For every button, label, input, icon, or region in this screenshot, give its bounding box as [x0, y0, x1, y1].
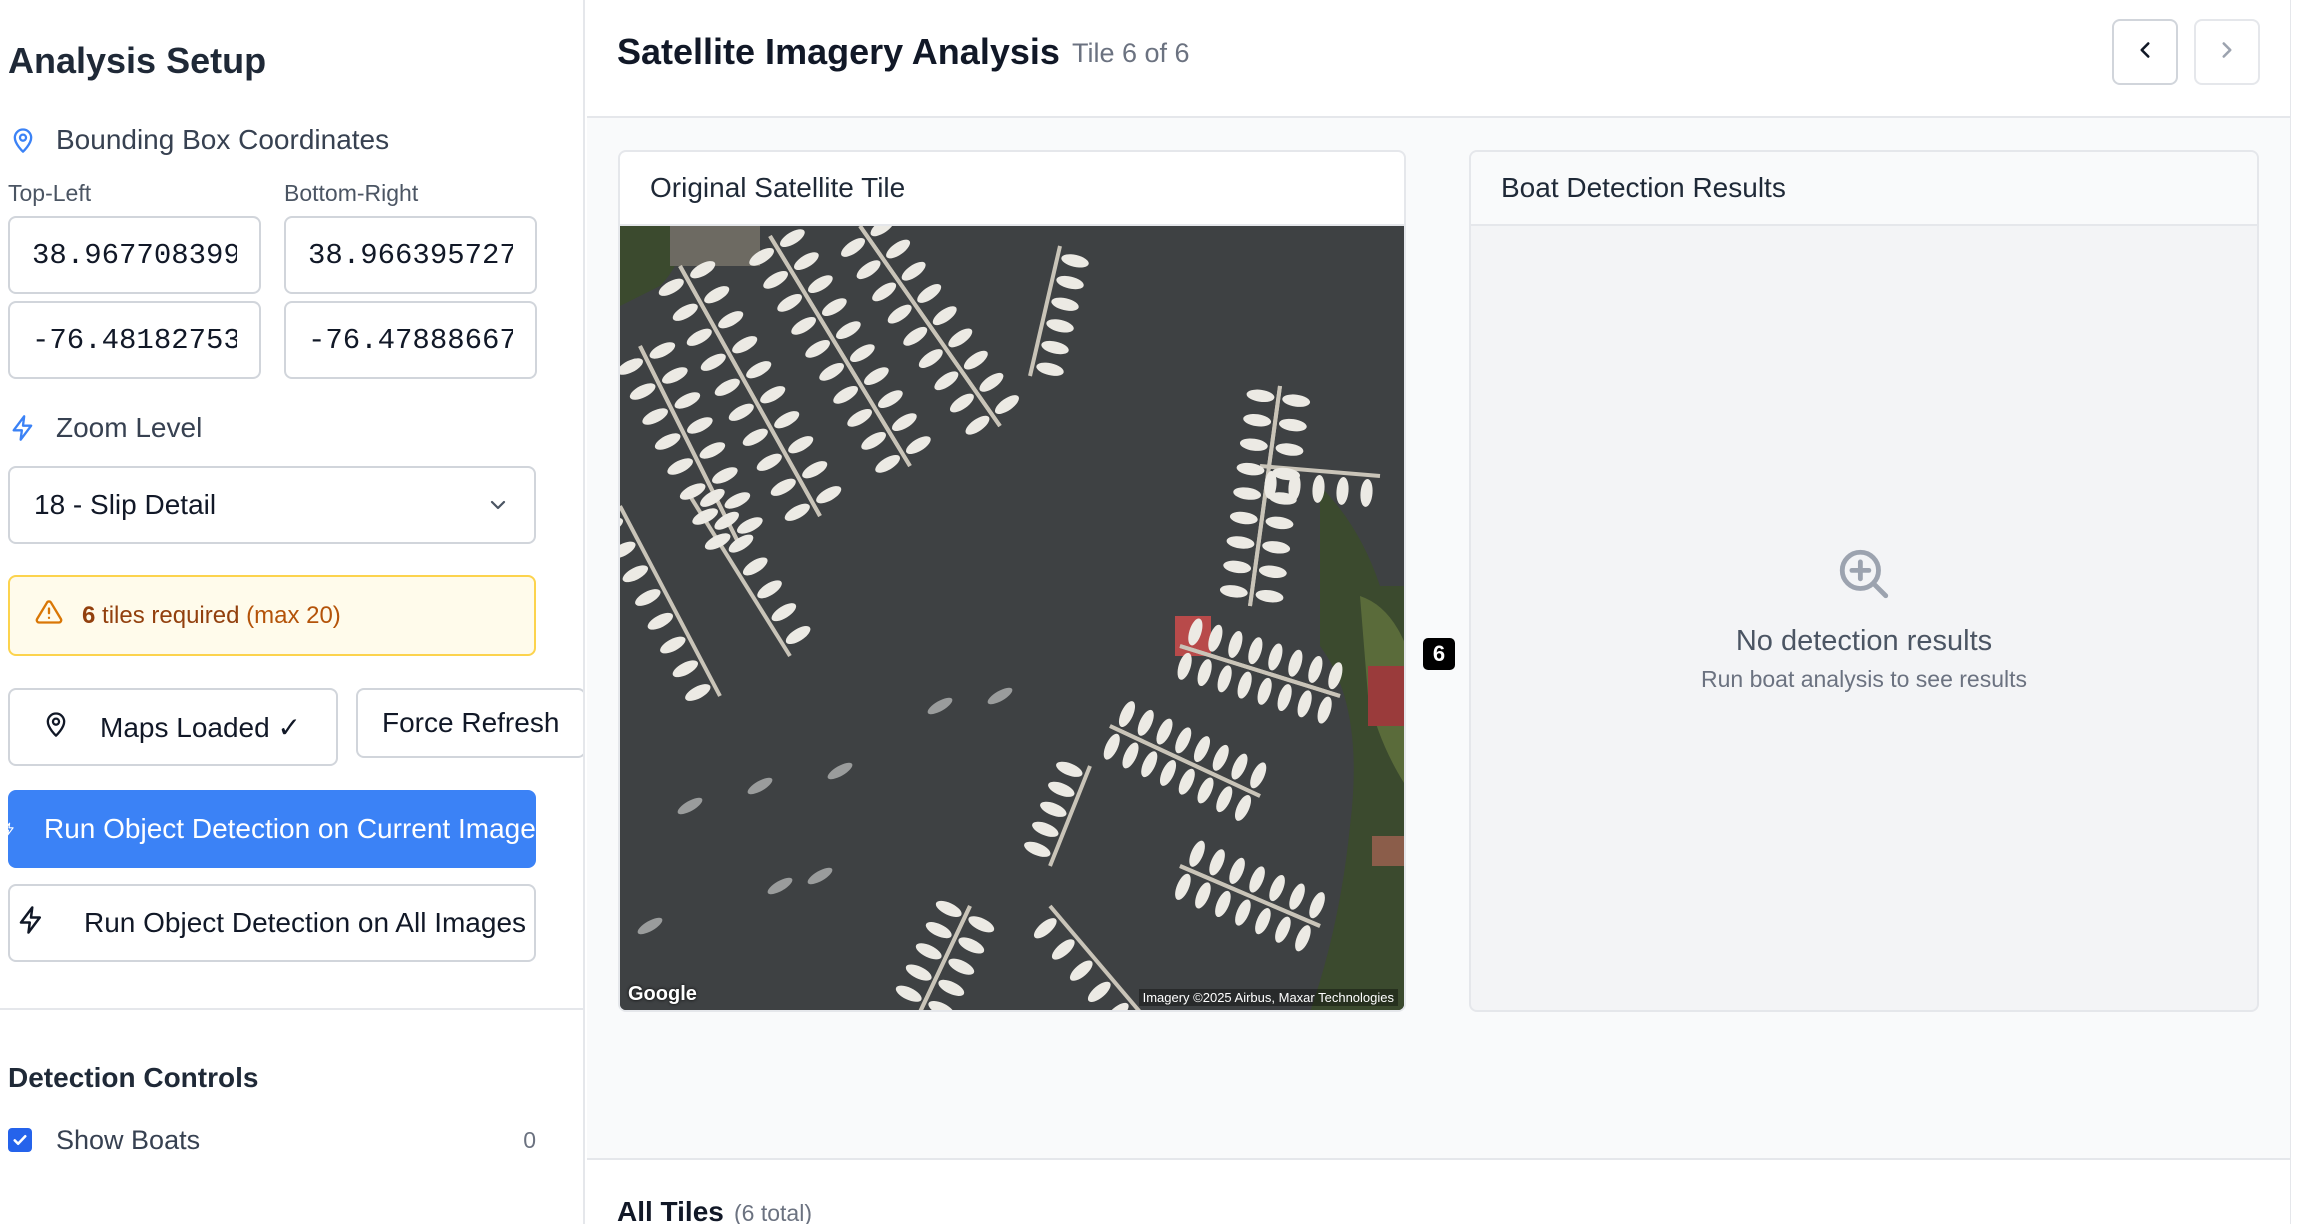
- show-boats-label: Show Boats: [56, 1124, 201, 1155]
- satellite-image[interactable]: Google Imagery ©2025 Airbus, Maxar Techn…: [620, 226, 1404, 1010]
- original-tile-title: Original Satellite Tile: [620, 152, 1404, 226]
- all-tiles-count: (6 total): [734, 1200, 812, 1224]
- sidebar-divider: [0, 1008, 583, 1010]
- detection-results-title: Boat Detection Results: [1471, 152, 2257, 226]
- bottom-right-lon-input[interactable]: [284, 301, 537, 379]
- show-boats-checkbox[interactable]: [8, 1128, 32, 1152]
- google-logo: Google: [628, 983, 697, 1005]
- zoom-label-text: Zoom Level: [56, 412, 203, 443]
- bottom-right-label: Bottom-Right: [284, 180, 419, 206]
- tiles-required-text: tiles required: [102, 601, 240, 629]
- satellite-image-graphic: [620, 226, 1404, 1010]
- maps-loaded-label: Maps Loaded ✓: [100, 711, 301, 743]
- zoom-level-select[interactable]: 18 - Slip Detail: [8, 466, 536, 544]
- bbox-section-label: Bounding Box Coordinates: [8, 124, 389, 156]
- detection-controls-title: Detection Controls: [8, 1062, 259, 1093]
- lightning-icon: [8, 815, 16, 843]
- bottom-right-lat-input[interactable]: [284, 216, 537, 294]
- tiles-warning: 6 tiles required (max 20): [8, 575, 536, 656]
- main-panel: Satellite Imagery Analysis Tile 6 of 6 O…: [587, 0, 2290, 1224]
- map-pin-icon: [42, 709, 70, 746]
- tile-number-badge: 6: [1423, 638, 1455, 670]
- force-refresh-button[interactable]: Force Refresh: [356, 688, 583, 758]
- main-header: Satellite Imagery Analysis Tile 6 of 6: [587, 0, 2290, 118]
- run-current-label: Run Object Detection on Current Image: [44, 813, 536, 844]
- tiles-max-text: (max 20): [246, 601, 341, 629]
- chevron-down-icon: [486, 493, 510, 517]
- top-left-lat-input[interactable]: [8, 216, 261, 294]
- zoom-section-label: Zoom Level: [8, 412, 202, 444]
- detection-results-card: Boat Detection Results No detection resu…: [1469, 150, 2259, 1012]
- tile-indicator: Tile 6 of 6: [1072, 38, 1190, 68]
- chevron-left-icon: [2132, 37, 2158, 68]
- run-all-label: Run Object Detection on All Images: [84, 907, 527, 938]
- bbox-label-text: Bounding Box Coordinates: [56, 124, 390, 155]
- original-tile-card: Original Satellite Tile Google Imagery ©…: [618, 150, 1406, 1012]
- lightning-icon: [16, 904, 46, 943]
- top-left-label: Top-Left: [8, 180, 92, 206]
- zoom-in-icon: [1835, 545, 1893, 603]
- show-boats-count: 0: [523, 1126, 536, 1153]
- maps-loaded-button[interactable]: Maps Loaded ✓: [8, 688, 338, 766]
- previous-tile-button[interactable]: [2112, 19, 2178, 85]
- map-pin-icon: [8, 125, 38, 155]
- chevron-right-icon: [2214, 37, 2240, 68]
- show-boats-row: Show Boats 0: [8, 1122, 536, 1158]
- top-left-lon-input[interactable]: [8, 301, 261, 379]
- lightning-icon: [8, 413, 38, 443]
- empty-title: No detection results: [1735, 625, 1993, 657]
- all-tiles-section: All Tiles (6 total): [587, 1158, 2290, 1224]
- all-tiles-title: All Tiles: [617, 1196, 724, 1224]
- run-all-detection-button[interactable]: Run Object Detection on All Images: [8, 884, 536, 962]
- zoom-selected-value: 18 - Slip Detail: [34, 489, 217, 520]
- warning-triangle-icon: [34, 598, 64, 633]
- empty-state: No detection results Run boat analysis t…: [1471, 226, 2257, 1010]
- empty-subtitle: Run boat analysis to see results: [1700, 666, 2027, 692]
- sidebar: Analysis Setup Bounding Box Coordinates …: [0, 0, 585, 1224]
- tiles-count: 6: [82, 601, 96, 629]
- page-scrollbar[interactable]: [2290, 0, 2300, 1224]
- next-tile-button[interactable]: [2194, 19, 2260, 85]
- imagery-attribution: Imagery ©2025 Airbus, Maxar Technologies: [1138, 989, 1398, 1006]
- sidebar-title: Analysis Setup: [8, 40, 267, 81]
- run-current-detection-button[interactable]: Run Object Detection on Current Image: [8, 790, 536, 868]
- force-refresh-label: Force Refresh: [382, 707, 560, 738]
- page-title: Satellite Imagery Analysis: [617, 31, 1060, 72]
